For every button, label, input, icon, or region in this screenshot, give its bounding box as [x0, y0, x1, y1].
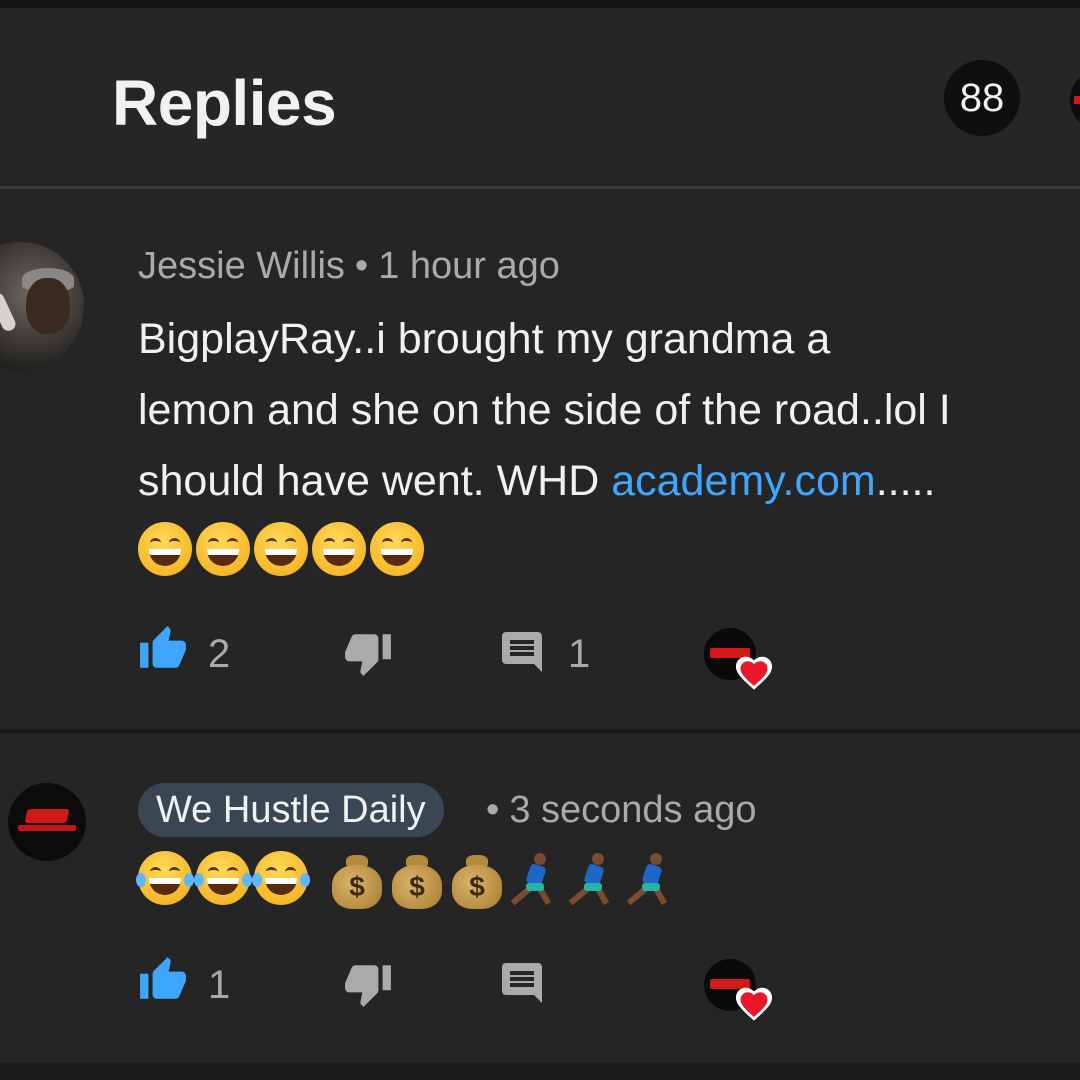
avatar[interactable] [8, 783, 86, 861]
tears-of-joy-emoji [194, 851, 252, 905]
comment-author[interactable]: Jessie Willis [138, 245, 345, 287]
grinning-face-emoji [196, 522, 250, 576]
emoji-row [138, 522, 424, 576]
emoji-row: $ $ $ [136, 851, 678, 909]
comment-timestamp: 1 hour ago [378, 245, 560, 287]
bottom-edge [0, 1063, 1080, 1080]
thumbs-up-icon[interactable] [138, 624, 188, 674]
heart-icon [735, 656, 773, 690]
money-bag-emoji: $ [330, 851, 384, 909]
comment-text-fragment: ..... [875, 457, 936, 505]
grinning-face-emoji [312, 522, 366, 576]
replies-header: Replies 88 [0, 8, 1080, 186]
person-running-emoji [508, 851, 562, 909]
comment-icon[interactable] [498, 959, 546, 1007]
comment-icon[interactable] [498, 628, 546, 676]
meta-separator: • [354, 245, 369, 287]
money-bag-emoji: $ [450, 851, 504, 909]
status-strip [0, 0, 1080, 8]
person-running-emoji [624, 851, 678, 909]
money-bag-emoji: $ [390, 851, 444, 909]
comment-link[interactable]: academy.com [611, 457, 875, 505]
comment-text-line: BigplayRay..i brought my grandma a [138, 315, 831, 363]
tears-of-joy-emoji [136, 851, 194, 905]
thumbs-down-icon[interactable] [343, 959, 393, 1009]
comment-actions: 2 1 [138, 624, 798, 690]
comment-text: BigplayRay..i brought my grandma a lemon… [138, 304, 1078, 517]
thumbs-up-icon[interactable] [138, 955, 188, 1005]
reply-comment: Jessie Willis • 1 hour ago BigplayRay..i b… [0, 189, 1080, 729]
creator-heart-badge[interactable] [704, 628, 778, 692]
comment-meta: • 3 seconds ago [486, 789, 757, 832]
notification-count-badge[interactable]: 88 [944, 60, 1020, 136]
like-count: 1 [208, 963, 231, 1007]
thumbs-down-icon[interactable] [343, 628, 393, 678]
grinning-face-emoji [138, 522, 192, 576]
grinning-face-emoji [254, 522, 308, 576]
reply-count: 1 [568, 632, 591, 676]
comment-text-line: should have went. WHD academy.com..... [138, 446, 1078, 517]
creator-heart-badge[interactable] [704, 959, 778, 1023]
avatar[interactable] [0, 242, 84, 370]
comment-text-fragment: should have went. WHD [138, 457, 612, 505]
like-count: 2 [208, 632, 231, 676]
meta-separator: • [486, 789, 500, 831]
creator-author-chip[interactable]: We Hustle Daily [138, 783, 444, 837]
reply-comment: We Hustle Daily • 3 seconds ago $ $ $ 1 [0, 733, 1080, 1063]
account-avatar[interactable] [1070, 70, 1080, 130]
page-title: Replies [112, 67, 337, 139]
comment-meta: Jessie Willis • 1 hour ago [138, 245, 560, 288]
grinning-face-emoji [370, 522, 424, 576]
heart-icon [735, 987, 773, 1021]
comment-timestamp: 3 seconds ago [509, 789, 757, 831]
person-running-emoji [566, 851, 620, 909]
tears-of-joy-emoji [252, 851, 310, 905]
comment-actions: 1 [138, 955, 798, 1021]
comment-text-line: lemon and she on the side of the road..l… [138, 386, 951, 434]
